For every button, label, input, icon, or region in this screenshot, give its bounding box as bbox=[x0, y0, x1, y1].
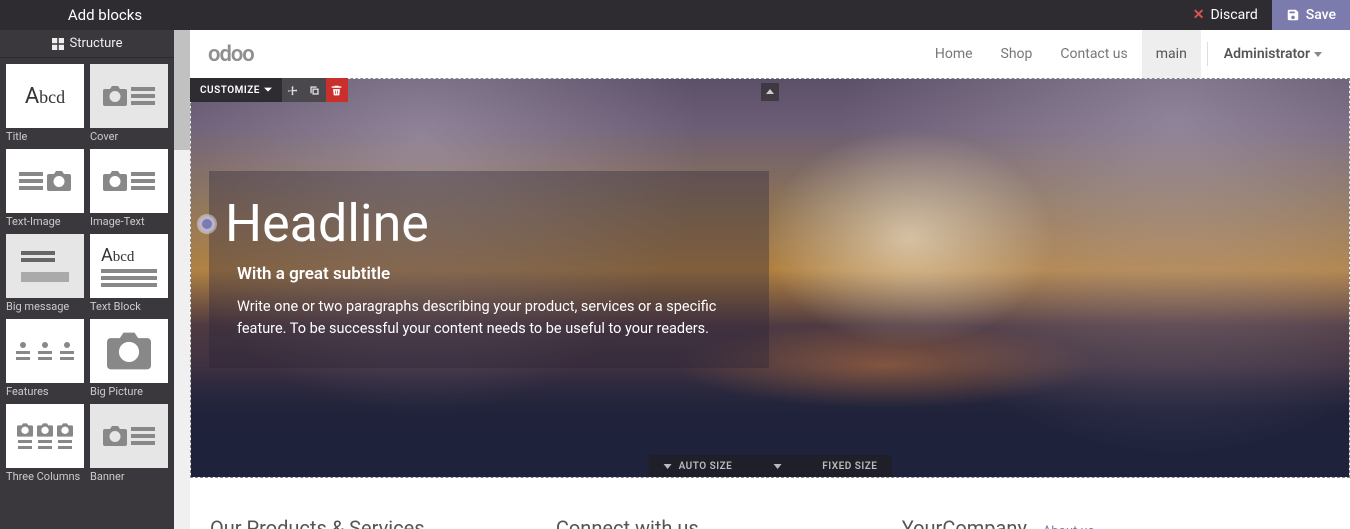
footer-col-title: YourCompany - About us bbox=[902, 516, 1330, 529]
camera-icon bbox=[103, 86, 127, 106]
nav-divider bbox=[1207, 42, 1208, 66]
features-icon bbox=[16, 342, 74, 360]
close-icon: ✕ bbox=[1193, 7, 1205, 23]
block-label: Title bbox=[6, 130, 84, 143]
scrollbar-thumb[interactable] bbox=[174, 30, 190, 150]
footer-col-products: Our Products & Services Home bbox=[210, 516, 516, 529]
hero-headline[interactable]: Headline bbox=[225, 193, 429, 254]
footer-col-title: Our Products & Services bbox=[210, 516, 516, 529]
nav-link-contact[interactable]: Contact us bbox=[1046, 46, 1141, 62]
blocks-sidebar: Structure Abcd Title Cover bbox=[0, 30, 190, 529]
structure-header[interactable]: Structure bbox=[0, 30, 174, 58]
chevron-down-icon bbox=[1314, 52, 1322, 57]
lines-icon bbox=[131, 172, 155, 190]
block-label: Big Picture bbox=[90, 385, 168, 398]
block-three-columns[interactable]: Three Columns bbox=[6, 404, 84, 483]
block-label: Banner bbox=[90, 470, 168, 483]
resize-handle-top[interactable] bbox=[761, 83, 779, 101]
block-text-block[interactable]: Abcd Text Block bbox=[90, 234, 168, 313]
customize-button[interactable]: CUSTOMIZE bbox=[190, 78, 282, 102]
company-name: YourCompany bbox=[902, 516, 1027, 529]
block-cover[interactable]: Cover bbox=[90, 64, 168, 143]
user-name: Administrator bbox=[1224, 46, 1310, 62]
hero-text-box[interactable]: Headline With a great subtitle Write one… bbox=[209, 171, 769, 368]
blocks-grid: Abcd Title Cover Text-Image bbox=[0, 58, 174, 489]
about-link[interactable]: - About us bbox=[1036, 524, 1095, 529]
lines-icon bbox=[21, 251, 69, 282]
site-nav: odoo Home Shop Contact us main Administr… bbox=[190, 30, 1350, 78]
save-icon bbox=[1286, 8, 1300, 22]
block-text-image[interactable]: Text-Image bbox=[6, 149, 84, 228]
discard-button[interactable]: ✕ Discard bbox=[1179, 0, 1272, 30]
discard-label: Discard bbox=[1210, 7, 1257, 23]
three-columns-icon bbox=[17, 423, 73, 449]
block-label: Three Columns bbox=[6, 470, 84, 483]
camera-icon bbox=[103, 426, 127, 446]
camera-icon bbox=[103, 171, 127, 191]
camera-icon bbox=[107, 332, 151, 370]
camera-icon bbox=[47, 171, 71, 191]
sidebar-scrollbar[interactable] bbox=[174, 30, 190, 529]
user-menu[interactable]: Administrator bbox=[1214, 46, 1332, 62]
block-features[interactable]: Features bbox=[6, 319, 84, 398]
nav-link-main[interactable]: main bbox=[1142, 30, 1201, 78]
abcd-icon: Abcd bbox=[25, 84, 65, 109]
duplicate-icon[interactable] bbox=[304, 78, 326, 102]
hero-size-bar: AUTO SIZE FIXED SIZE bbox=[649, 455, 892, 477]
resize-handle-bottom[interactable] bbox=[772, 461, 782, 471]
hero-subtitle[interactable]: With a great subtitle bbox=[237, 264, 741, 284]
drag-handle[interactable] bbox=[199, 216, 215, 232]
fixed-size-button[interactable]: FIXED SIZE bbox=[822, 461, 877, 472]
save-button[interactable]: Save bbox=[1272, 0, 1350, 30]
block-label: Text Block bbox=[90, 300, 168, 313]
customize-label: CUSTOMIZE bbox=[200, 85, 260, 96]
block-label: Features bbox=[6, 385, 84, 398]
delete-icon[interactable] bbox=[326, 78, 348, 102]
lines-icon bbox=[131, 87, 155, 105]
lines-icon bbox=[131, 427, 155, 445]
fixed-size-label: FIXED SIZE bbox=[822, 461, 877, 472]
footer-col-title: Connect with us bbox=[556, 516, 862, 529]
block-toolbar: CUSTOMIZE bbox=[190, 78, 348, 102]
auto-size-button[interactable]: AUTO SIZE bbox=[663, 461, 733, 472]
structure-label: Structure bbox=[70, 36, 123, 51]
hero-block[interactable]: Headline With a great subtitle Write one… bbox=[190, 78, 1350, 478]
logo[interactable]: odoo bbox=[208, 42, 254, 67]
block-image-text[interactable]: Image-Text bbox=[90, 149, 168, 228]
block-big-message[interactable]: Big message bbox=[6, 234, 84, 313]
chevron-down-icon bbox=[264, 86, 272, 94]
block-label: Text-Image bbox=[6, 215, 84, 228]
panel-title: Add blocks bbox=[0, 6, 210, 24]
auto-size-label: AUTO SIZE bbox=[679, 461, 733, 472]
block-banner[interactable]: Banner bbox=[90, 404, 168, 483]
block-label: Cover bbox=[90, 130, 168, 143]
editor-canvas: odoo Home Shop Contact us main Administr… bbox=[190, 30, 1350, 529]
textblock-icon: Abcd bbox=[101, 245, 157, 287]
nav-link-home[interactable]: Home bbox=[921, 46, 987, 62]
move-icon[interactable] bbox=[282, 78, 304, 102]
footer-col-company: YourCompany - About us We are a team of … bbox=[902, 516, 1330, 529]
footer-columns: Our Products & Services Home Connect wit… bbox=[190, 498, 1350, 529]
nav-link-shop[interactable]: Shop bbox=[987, 46, 1047, 62]
block-big-picture[interactable]: Big Picture bbox=[90, 319, 168, 398]
hero-body[interactable]: Write one or two paragraphs describing y… bbox=[237, 296, 741, 340]
grid-icon bbox=[52, 38, 64, 50]
block-label: Big message bbox=[6, 300, 84, 313]
block-title[interactable]: Abcd Title bbox=[6, 64, 84, 143]
save-label: Save bbox=[1306, 7, 1336, 23]
footer-col-connect: Connect with us Contact us bbox=[556, 516, 862, 529]
block-label: Image-Text bbox=[90, 215, 168, 228]
lines-icon bbox=[19, 172, 43, 190]
